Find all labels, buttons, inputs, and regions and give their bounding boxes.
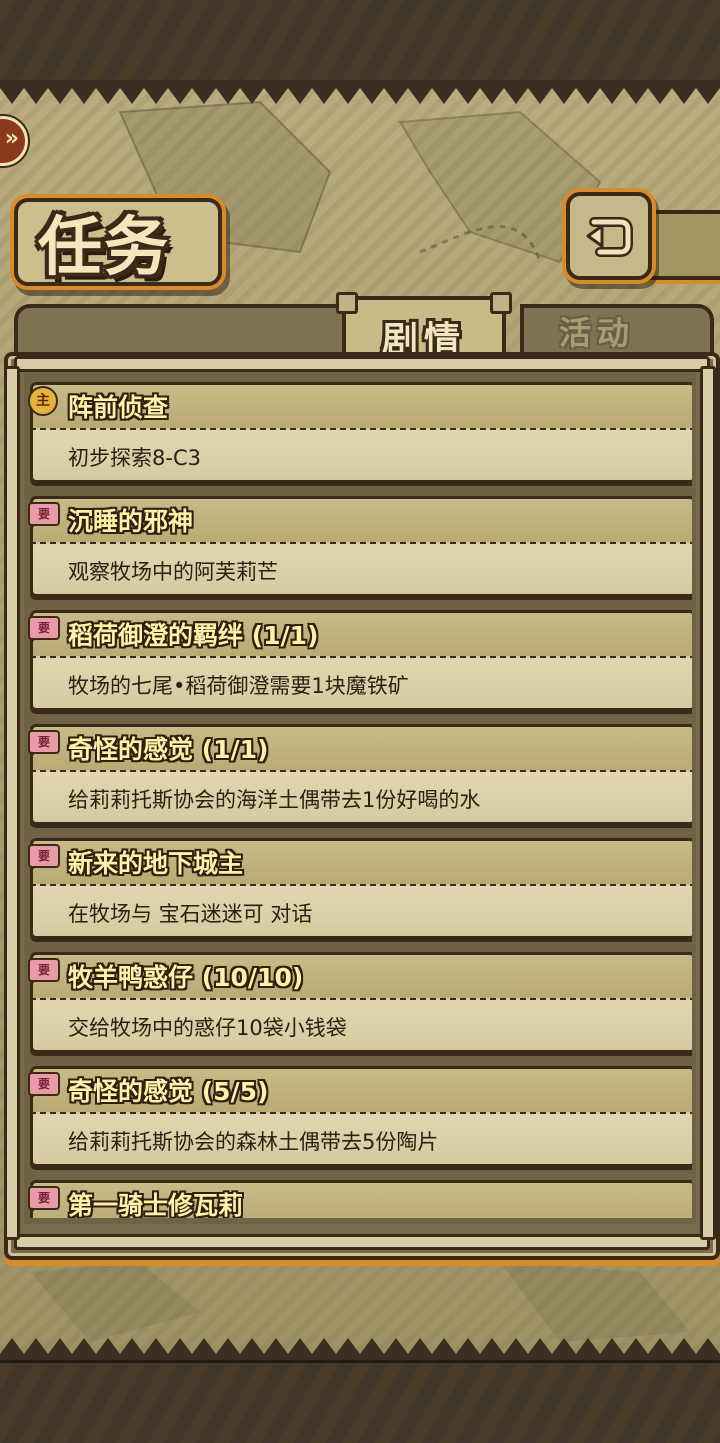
quest-name: 奇怪的感觉 (1/1) <box>68 735 269 764</box>
quest-desc: 交给牧场中的惑仔10袋小钱袋 <box>68 1016 347 1040</box>
bottom-border <box>0 1360 720 1443</box>
panel-side-right <box>700 366 716 1240</box>
return-arrow-icon <box>586 217 633 257</box>
side-quest-icon: 要 <box>28 500 60 530</box>
zigzag-bottom-edge <box>0 1338 720 1362</box>
quest-name: 新来的地下城主 <box>68 849 244 878</box>
panel-rail-bottom <box>14 1234 710 1250</box>
quest-name: 沉睡的邪神 <box>68 507 194 536</box>
quest-item[interactable]: 主 阵前侦查 初步探索8-C3 <box>28 382 692 483</box>
main-quest-icon: 主 <box>28 386 58 416</box>
quest-list[interactable]: 主 阵前侦查 初步探索8-C3 要 沉睡的邪神 观察牧场中的阿芙莉芒 要 稻荷御… <box>28 378 692 1218</box>
side-quest-icon: 要 <box>28 956 60 986</box>
side-quest-icon: 要 <box>28 728 60 758</box>
quest-item[interactable]: 要 奇怪的感觉 (5/5) 给莉莉托斯协会的森林土偶带去5份陶片 <box>28 1066 692 1167</box>
quest-desc: 给莉莉托斯协会的海洋土偶带去1份好喝的水 <box>68 788 481 812</box>
top-border <box>0 0 720 83</box>
quest-item[interactable]: 要 新来的地下城主 在牧场与 宝石迷迷可 对话 <box>28 838 692 939</box>
quest-item[interactable]: 要 稻荷御澄的羁绊 (1/1) 牧场的七尾•稻荷御澄需要1块魔铁矿 <box>28 610 692 711</box>
tab-activity-label: 活动 <box>558 314 635 352</box>
side-quest-badge: 要 <box>28 502 60 530</box>
tab-bar-left <box>14 304 352 358</box>
panel-side-left <box>4 366 20 1240</box>
panel-rail-top <box>14 356 710 372</box>
side-quest-icon: 要 <box>28 1070 60 1100</box>
side-quest-badge: 要 <box>28 844 60 872</box>
quest-desc: 初步探索8-C3 <box>68 446 201 470</box>
side-quest-badge: 要 <box>28 616 60 644</box>
quest-item[interactable]: 要 沉睡的邪神 观察牧场中的阿芙莉芒 <box>28 496 692 597</box>
page-title: 任务 <box>38 211 170 285</box>
quest-item[interactable]: 要 牧羊鸭惑仔 (10/10) 交给牧场中的惑仔10袋小钱袋 <box>28 952 692 1053</box>
chevron-right-icon: » <box>4 126 19 151</box>
side-quest-badge: 要 <box>28 958 60 986</box>
quest-name: 阵前侦查 <box>68 393 169 422</box>
quest-item[interactable]: 要 第一骑士修瓦莉 <box>28 1180 692 1218</box>
quest-name: 第一骑士修瓦莉 <box>68 1191 244 1218</box>
side-quest-icon: 要 <box>28 842 60 872</box>
quest-item[interactable]: 要 奇怪的感觉 (1/1) 给莉莉托斯协会的海洋土偶带去1份好喝的水 <box>28 724 692 825</box>
side-quest-badge: 要 <box>28 1186 60 1214</box>
return-button[interactable] <box>566 192 652 280</box>
quest-desc: 在牧场与 宝石迷迷可 对话 <box>68 902 313 926</box>
side-quest-badge: 要 <box>28 730 60 758</box>
main-quest-badge: 主 <box>28 386 58 416</box>
quest-name: 稻荷御澄的羁绊 (1/1) <box>68 621 319 650</box>
quest-desc: 观察牧场中的阿芙莉芒 <box>68 560 278 584</box>
return-rail <box>648 210 720 280</box>
quest-desc: 给莉莉托斯协会的森林土偶带去5份陶片 <box>68 1130 439 1154</box>
side-quest-icon: 要 <box>28 614 60 644</box>
quest-name: 牧羊鸭惑仔 (10/10) <box>68 963 304 992</box>
quest-desc: 牧场的七尾•稻荷御澄需要1块魔铁矿 <box>68 674 409 698</box>
tab-activity[interactable]: 活动 <box>512 304 682 358</box>
side-quest-icon: 要 <box>28 1184 60 1214</box>
quest-name: 奇怪的感觉 (5/5) <box>68 1077 269 1106</box>
zigzag-top-edge <box>0 80 720 104</box>
side-quest-badge: 要 <box>28 1072 60 1100</box>
